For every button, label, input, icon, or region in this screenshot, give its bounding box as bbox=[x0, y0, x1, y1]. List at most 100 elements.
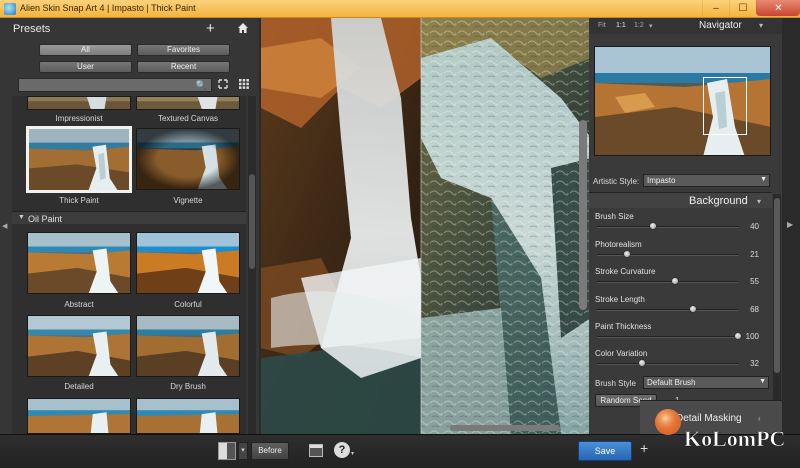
preset-label: Abstract bbox=[64, 300, 94, 309]
help-dropdown-icon[interactable]: ▾ bbox=[351, 450, 354, 457]
preset-thumb[interactable] bbox=[136, 398, 240, 434]
preset-thumb-abstract[interactable] bbox=[27, 232, 131, 294]
canvas-horizontal-scrollbar[interactable] bbox=[450, 425, 560, 431]
brush-style-label: Brush Style bbox=[595, 379, 636, 388]
zoom-1-1-button[interactable]: 1:1 bbox=[616, 22, 626, 29]
preset-label: Detailed bbox=[64, 382, 94, 391]
maximize-button[interactable]: ☐ bbox=[729, 0, 756, 16]
preset-thumb-dry-brush[interactable] bbox=[136, 315, 240, 377]
preset-thumb-textured-canvas[interactable] bbox=[136, 96, 240, 110]
param-value: 55 bbox=[750, 277, 759, 286]
expand-right-icon[interactable]: ▶ bbox=[787, 220, 793, 229]
navigator-preview[interactable] bbox=[594, 46, 771, 156]
param-stroke-length: Stroke Length 68 bbox=[595, 295, 767, 321]
slider-knob[interactable] bbox=[622, 250, 631, 258]
close-button[interactable]: ✕ bbox=[756, 0, 800, 16]
param-value: 32 bbox=[750, 359, 759, 368]
view-mode-dropdown[interactable]: ▾ bbox=[238, 442, 248, 460]
artistic-style-value: Impasto bbox=[647, 176, 676, 185]
preset-scrollbar[interactable] bbox=[248, 96, 256, 434]
brush-style-select[interactable]: Default Brush ▼ bbox=[643, 376, 769, 389]
param-stroke-curvature: Stroke Curvature 55 bbox=[595, 267, 767, 293]
window-title: Alien Skin Snap Art 4 | Impasto | Thick … bbox=[20, 3, 196, 13]
section-title: Background bbox=[689, 195, 748, 207]
title-bar: Alien Skin Snap Art 4 | Impasto | Thick … bbox=[0, 0, 800, 18]
watermark-logo: KoLomPC bbox=[655, 409, 786, 451]
zoom-fit-button[interactable]: Fit bbox=[598, 22, 606, 29]
collapse-icon[interactable]: ▾ bbox=[759, 21, 763, 30]
param-paint-thickness: Paint Thickness 100 bbox=[595, 322, 767, 348]
layout-icon[interactable] bbox=[309, 444, 323, 457]
save-button[interactable]: Save bbox=[578, 441, 632, 461]
split-view-icon[interactable] bbox=[218, 442, 236, 460]
slider-track[interactable] bbox=[597, 281, 738, 283]
preview-image bbox=[261, 18, 591, 434]
slider-track[interactable] bbox=[597, 254, 738, 256]
param-value: 100 bbox=[745, 332, 759, 341]
preset-label: Vignette bbox=[173, 196, 203, 205]
filter-favorites-button[interactable]: Favorites bbox=[137, 44, 230, 56]
help-icon[interactable]: ? bbox=[334, 442, 350, 458]
preset-thumb-detailed[interactable] bbox=[27, 315, 131, 377]
slider-track[interactable] bbox=[597, 363, 738, 365]
filter-recent-button[interactable]: Recent bbox=[137, 61, 230, 73]
grid-view-icon[interactable] bbox=[239, 79, 249, 89]
slider-knob[interactable] bbox=[638, 359, 647, 367]
oil-paint-section-header[interactable]: ▼ Oil Paint bbox=[12, 211, 246, 224]
before-button[interactable]: Before bbox=[251, 442, 289, 460]
navigator-title: Navigator bbox=[699, 20, 742, 31]
expand-icon[interactable] bbox=[218, 79, 228, 89]
collapse-icon: ▼ bbox=[18, 214, 25, 221]
preset-thumb[interactable] bbox=[27, 398, 131, 434]
preset-label: Dry Brush bbox=[170, 382, 206, 391]
zoom-dropdown-icon[interactable]: ▾ bbox=[649, 22, 653, 30]
param-label: Color Variation bbox=[595, 349, 648, 358]
dropdown-arrow-icon: ▼ bbox=[760, 176, 767, 183]
preset-search-input[interactable]: 🔍 bbox=[18, 78, 212, 92]
scrollbar-thumb[interactable] bbox=[774, 198, 780, 373]
param-color-variation: Color Variation 32 bbox=[595, 349, 767, 375]
slider-knob[interactable] bbox=[670, 277, 679, 285]
section-label: Oil Paint bbox=[28, 214, 63, 224]
presets-header: Presets bbox=[13, 23, 51, 35]
presets-panel: Presets + All Favorites User Recent 🔍 Im… bbox=[0, 18, 259, 434]
slider-knob[interactable] bbox=[649, 222, 658, 230]
artistic-style-select[interactable]: Impasto ▼ bbox=[643, 174, 770, 187]
preset-thumb-impressionist[interactable] bbox=[27, 96, 131, 110]
background-section-header[interactable]: Background ▾ bbox=[589, 192, 772, 208]
scrollbar-thumb[interactable] bbox=[249, 174, 255, 269]
collapse-icon: ▾ bbox=[757, 197, 762, 206]
watermark-text: KoLomPC bbox=[684, 426, 785, 451]
preset-thumb-colorful[interactable] bbox=[136, 232, 240, 294]
navigator-header: Fit 1:1 1:2 ▾ Navigator ▾ bbox=[589, 18, 782, 34]
param-value: 21 bbox=[750, 250, 759, 259]
slider-knob[interactable] bbox=[688, 305, 697, 313]
expand-left-icon[interactable]: ◀ bbox=[2, 222, 7, 230]
settings-panel: Fit 1:1 1:2 ▾ Navigator ▾ Artistic Style… bbox=[589, 18, 782, 434]
preset-label: Thick Paint bbox=[59, 196, 99, 205]
preset-label: Textured Canvas bbox=[157, 114, 219, 123]
image-canvas[interactable] bbox=[261, 18, 591, 434]
slider-knob[interactable] bbox=[734, 332, 742, 340]
param-label: Stroke Curvature bbox=[595, 267, 656, 276]
preset-label: Impressionist bbox=[55, 114, 103, 123]
brush-style-row: Brush Style Default Brush ▼ bbox=[595, 376, 771, 390]
add-preset-icon[interactable]: + bbox=[206, 20, 215, 37]
param-brush-size: Brush Size 40 bbox=[595, 212, 767, 238]
preset-thumb-vignette[interactable] bbox=[136, 128, 240, 190]
zoom-1-2-button[interactable]: 1:2 bbox=[634, 22, 644, 29]
slider-track[interactable] bbox=[597, 226, 738, 228]
minimize-button[interactable]: – bbox=[702, 0, 729, 16]
slider-track[interactable] bbox=[597, 336, 738, 338]
navigator-viewport-rect[interactable] bbox=[703, 77, 747, 135]
home-icon[interactable] bbox=[237, 22, 249, 34]
artistic-style-label: Artistic Style: bbox=[593, 177, 640, 186]
slider-track[interactable] bbox=[597, 309, 738, 311]
preset-thumb-thick-paint[interactable] bbox=[26, 126, 132, 193]
search-icon: 🔍 bbox=[195, 80, 207, 90]
param-label: Paint Thickness bbox=[595, 322, 652, 331]
artistic-style-row: Artistic Style: Impasto ▼ bbox=[593, 174, 771, 188]
filter-all-button[interactable]: All bbox=[39, 44, 132, 56]
canvas-vertical-scrollbar[interactable] bbox=[579, 120, 587, 310]
filter-user-button[interactable]: User bbox=[39, 61, 132, 73]
